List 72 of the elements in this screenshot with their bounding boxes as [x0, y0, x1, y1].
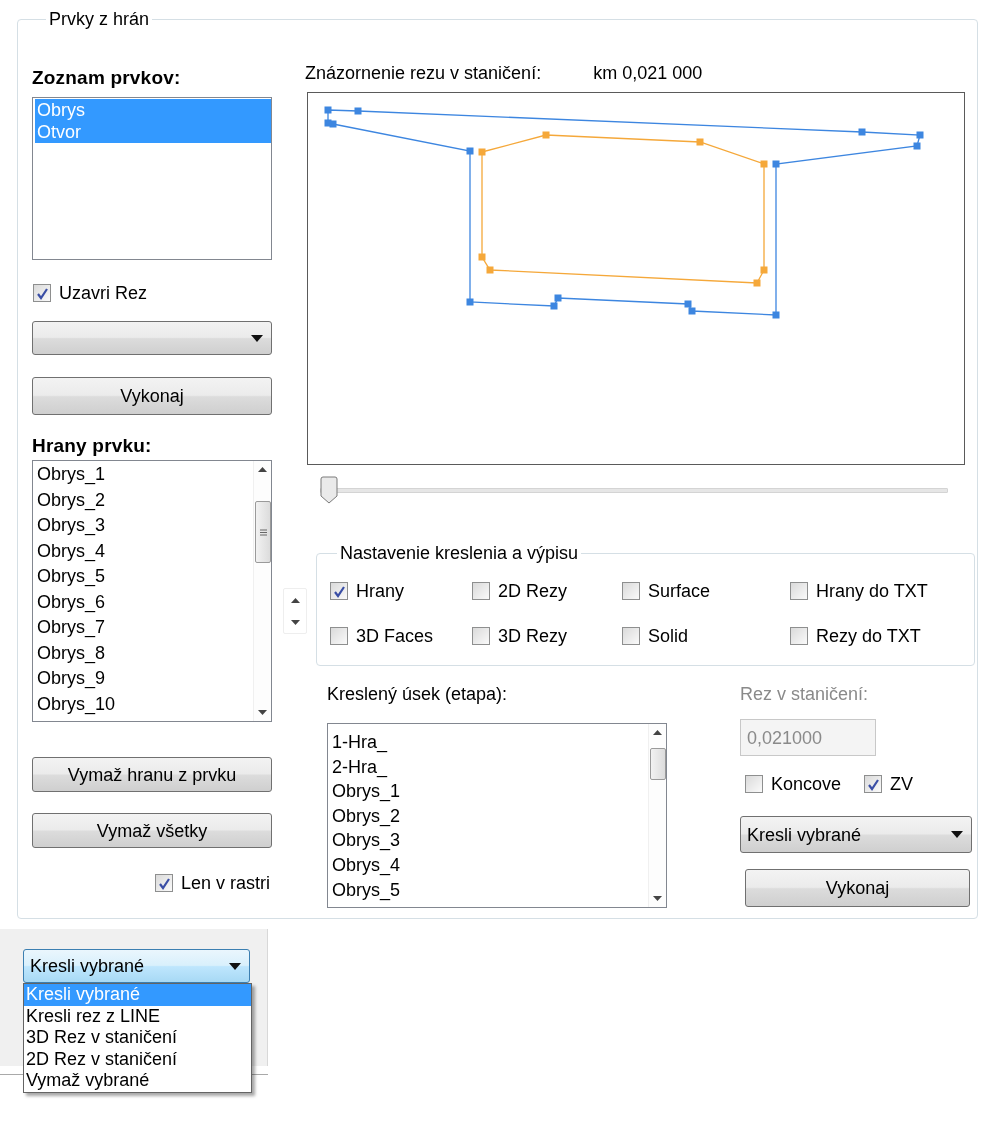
- station-value: km 0,021 000: [593, 62, 703, 84]
- checkbox[interactable]: [745, 775, 763, 793]
- list-item[interactable]: Obrys_1: [35, 462, 253, 488]
- list-item[interactable]: Obrys_2: [35, 487, 253, 513]
- caret-icon: [951, 831, 963, 838]
- caret-icon: [251, 334, 263, 342]
- caret-icon: [229, 962, 241, 970]
- checkbox-label: 3D Rezy: [498, 625, 568, 647]
- checkbox-label: Hrany: [356, 580, 404, 602]
- list-item[interactable]: Obrys_3: [35, 513, 253, 539]
- checkbox-label: Len v rastri: [181, 872, 271, 894]
- checkbox[interactable]: [330, 627, 348, 645]
- checkbox[interactable]: [155, 874, 173, 892]
- checkbox-label: Hrany do TXT: [816, 580, 928, 602]
- list-item[interactable]: Obrys_8: [35, 640, 253, 666]
- group-title: Prvky z hrán: [48, 8, 151, 30]
- list-item[interactable]: Obrys_9: [35, 666, 253, 692]
- delete-edge-button[interactable]: Vymaž hranu z prvku: [32, 757, 272, 792]
- list-item[interactable]: 1-Hra_: [330, 730, 648, 755]
- list-item[interactable]: Obrys_1: [330, 779, 648, 804]
- checkbox-label: 2D Rezy: [498, 580, 568, 602]
- list-item[interactable]: Obrys_7: [35, 615, 253, 641]
- checkbox-label: Rezy do TXT: [816, 625, 921, 647]
- preview-label: Znázornenie rezu v staničení:: [305, 62, 542, 84]
- down-arrow-icon: [290, 619, 300, 625]
- checkbox[interactable]: [864, 775, 883, 793]
- dropdown-option[interactable]: 3D Rez v staničení: [24, 1027, 251, 1049]
- field-label: Rez v staničení:: [740, 683, 870, 705]
- scrollbar-thumb[interactable]: [650, 748, 666, 780]
- checkbox[interactable]: [33, 284, 51, 302]
- group-title: Nastavenie kreslenia a výpisu: [339, 542, 580, 564]
- list-heading: Hrany prvku:: [32, 434, 153, 458]
- delete-all-button[interactable]: Vymaž všetky: [32, 813, 272, 848]
- slider-thumb[interactable]: [320, 476, 338, 504]
- dropdown[interactable]: [32, 321, 272, 355]
- list-heading: Kreslený úsek (etapa):: [327, 683, 509, 705]
- down-arrow-icon: [653, 896, 662, 901]
- checkbox-label: 3D Faces: [356, 625, 434, 647]
- list-item[interactable]: Obrys_10: [35, 691, 253, 717]
- dropdown-option[interactable]: 2D Rez v staničení: [24, 1048, 251, 1070]
- checkbox[interactable]: [472, 627, 490, 645]
- up-arrow-icon: [653, 730, 662, 735]
- scrollbar-thumb[interactable]: [255, 501, 271, 563]
- checkbox[interactable]: [472, 582, 490, 600]
- checkbox[interactable]: [790, 582, 808, 600]
- checkbox[interactable]: [790, 627, 808, 645]
- checkbox[interactable]: [622, 627, 640, 645]
- dropdown[interactable]: Kresli vybrané: [23, 949, 250, 983]
- list-heading: Zoznam prvkov:: [32, 66, 182, 90]
- execute-button[interactable]: Vykonaj: [32, 377, 272, 415]
- list-item[interactable]: Obrys_2: [330, 803, 648, 829]
- checkbox-label: Surface: [648, 580, 711, 602]
- list-item[interactable]: Obrys_4: [330, 852, 648, 878]
- checkbox-label: Solid: [648, 625, 689, 647]
- checkbox-label: ZV: [890, 773, 914, 795]
- checkbox[interactable]: [622, 582, 640, 600]
- checkbox-label: Uzavri Rez: [59, 282, 147, 304]
- dropdown-option[interactable]: Vymaž vybrané: [24, 1070, 251, 1092]
- list-item[interactable]: Obrys_5: [35, 564, 253, 590]
- checkbox-label: Koncove: [771, 773, 842, 795]
- execute-button[interactable]: Vykonaj: [745, 869, 970, 907]
- list-item[interactable]: Obrys_6: [35, 589, 253, 615]
- up-arrow-icon: [290, 597, 300, 603]
- up-arrow-icon: [258, 467, 267, 472]
- list-item[interactable]: Obrys_5: [330, 877, 648, 903]
- down-arrow-icon: [258, 710, 267, 715]
- dropdown[interactable]: Kresli vybrané: [740, 816, 972, 853]
- list-item[interactable]: Obrys_3: [330, 828, 648, 853]
- checkbox[interactable]: [330, 582, 348, 600]
- list-item[interactable]: Obrys_4: [35, 538, 253, 564]
- list-item[interactable]: 2-Hra_: [330, 754, 648, 780]
- dropdown-option[interactable]: Kresli rez z LINE: [24, 1005, 251, 1027]
